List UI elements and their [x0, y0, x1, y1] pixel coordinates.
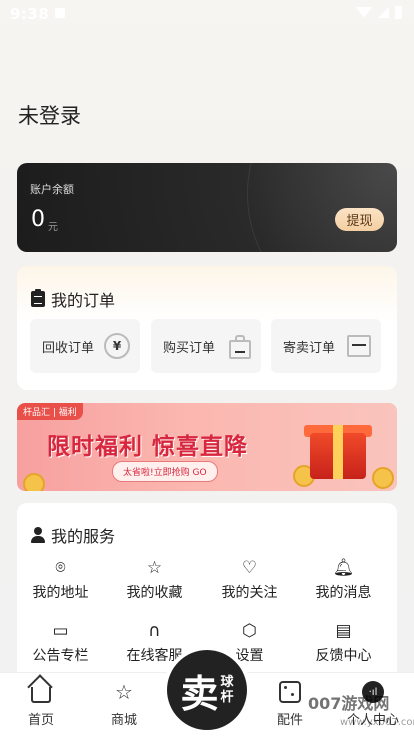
star-icon: ☆ — [115, 680, 133, 704]
tab-label: 商城 — [110, 713, 137, 728]
service-following[interactable]: ♡ 我的关注 — [202, 558, 297, 602]
announcement-icon: ▭ — [52, 621, 69, 641]
promo-banner[interactable]: 杆品汇 | 福利 限时福利 惊喜直降 太省啦!立即抢购 GO — [17, 403, 397, 491]
order-label: 寄卖订单 — [283, 340, 336, 356]
heart-icon: ♡ — [241, 558, 258, 578]
order-purchase-button[interactable]: 购买订单 — [151, 319, 261, 373]
tab-label: 首页 — [27, 713, 54, 728]
signal-icon — [378, 7, 389, 18]
coin-decoration — [23, 473, 45, 491]
order-label: 购买订单 — [163, 340, 216, 356]
sell-sub-top: 球 — [220, 675, 234, 690]
tab-mall[interactable]: ☆ 商城 — [84, 680, 164, 728]
settings-hex-icon: ⬡ — [242, 621, 257, 641]
battery-icon — [395, 6, 402, 19]
home-icon — [30, 681, 52, 703]
balance-amount: 0 — [31, 207, 45, 232]
service-label: 公告专栏 — [32, 648, 89, 664]
gift-ribbon — [333, 425, 343, 479]
sell-main-text: 卖 — [180, 670, 219, 716]
service-label: 反馈中心 — [315, 648, 372, 664]
order-consign-button[interactable]: 寄卖订单 — [271, 319, 381, 373]
star-icon: ☆ — [146, 558, 163, 578]
tab-home[interactable]: 首页 — [1, 681, 81, 728]
status-icons — [356, 6, 402, 19]
sell-sub-text: 球 杆 — [221, 675, 234, 705]
person-icon — [31, 527, 45, 543]
headset-icon: ∩ — [148, 621, 161, 641]
wifi-icon — [356, 7, 372, 18]
banner-headline: 限时福利 惊喜直降 — [47, 434, 249, 460]
watermark-url: www.yx007.com — [340, 717, 414, 728]
dice-icon — [279, 681, 301, 703]
services-title: 我的服务 — [51, 527, 116, 546]
service-messages[interactable]: 🔔︎ 我的消息 — [296, 558, 391, 602]
service-favorites[interactable]: ☆ 我的收藏 — [107, 558, 202, 602]
service-label: 我的地址 — [32, 585, 89, 601]
sell-sub-bottom: 杆 — [220, 690, 234, 705]
box-icon — [347, 335, 371, 357]
service-feedback[interactable]: ▤ 反馈中心 — [296, 621, 391, 665]
service-label: 我的关注 — [221, 585, 278, 601]
location-pin-icon: ⌾ — [55, 558, 66, 578]
watermark-text: 007游戏网 — [308, 694, 390, 713]
banner-cta[interactable]: 太省啦!立即抢购 GO — [112, 461, 218, 482]
orders-title: 我的订单 — [51, 291, 116, 310]
balance-label: 账户余额 — [30, 183, 74, 196]
service-label: 我的收藏 — [126, 585, 183, 601]
service-label: 我的消息 — [315, 585, 372, 601]
service-announcements[interactable]: ▭ 公告专栏 — [13, 621, 108, 665]
login-status[interactable]: 未登录 — [18, 100, 81, 130]
sell-club-button[interactable]: 卖 球 杆 — [167, 650, 247, 730]
clipboard-icon — [31, 289, 45, 307]
service-address[interactable]: ⌾ 我的地址 — [13, 558, 108, 602]
status-time: 9:38 — [10, 5, 50, 23]
services-header: 我的服务 — [31, 523, 115, 547]
yen-icon: ¥ — [104, 333, 130, 359]
order-label: 回收订单 — [42, 340, 95, 356]
withdraw-button[interactable]: 提现 — [335, 208, 384, 231]
feedback-icon: ▤ — [335, 621, 352, 641]
banner-tag: 杆品汇 | 福利 — [17, 403, 83, 420]
balance-unit: 元 — [48, 222, 58, 233]
notification-icon — [55, 8, 65, 18]
orders-header: 我的订单 — [31, 287, 115, 311]
coin-decoration — [372, 467, 394, 489]
shopping-bag-icon — [229, 334, 251, 359]
bell-icon: 🔔︎ — [332, 558, 355, 578]
status-bar: 9:38 — [0, 0, 414, 28]
orders-card: 我的订单 回收订单 ¥ 购买订单 寄卖订单 — [17, 266, 397, 390]
balance-card: 账户余额 0 元 提现 — [17, 163, 397, 252]
order-recycle-button[interactable]: 回收订单 ¥ — [30, 319, 140, 373]
